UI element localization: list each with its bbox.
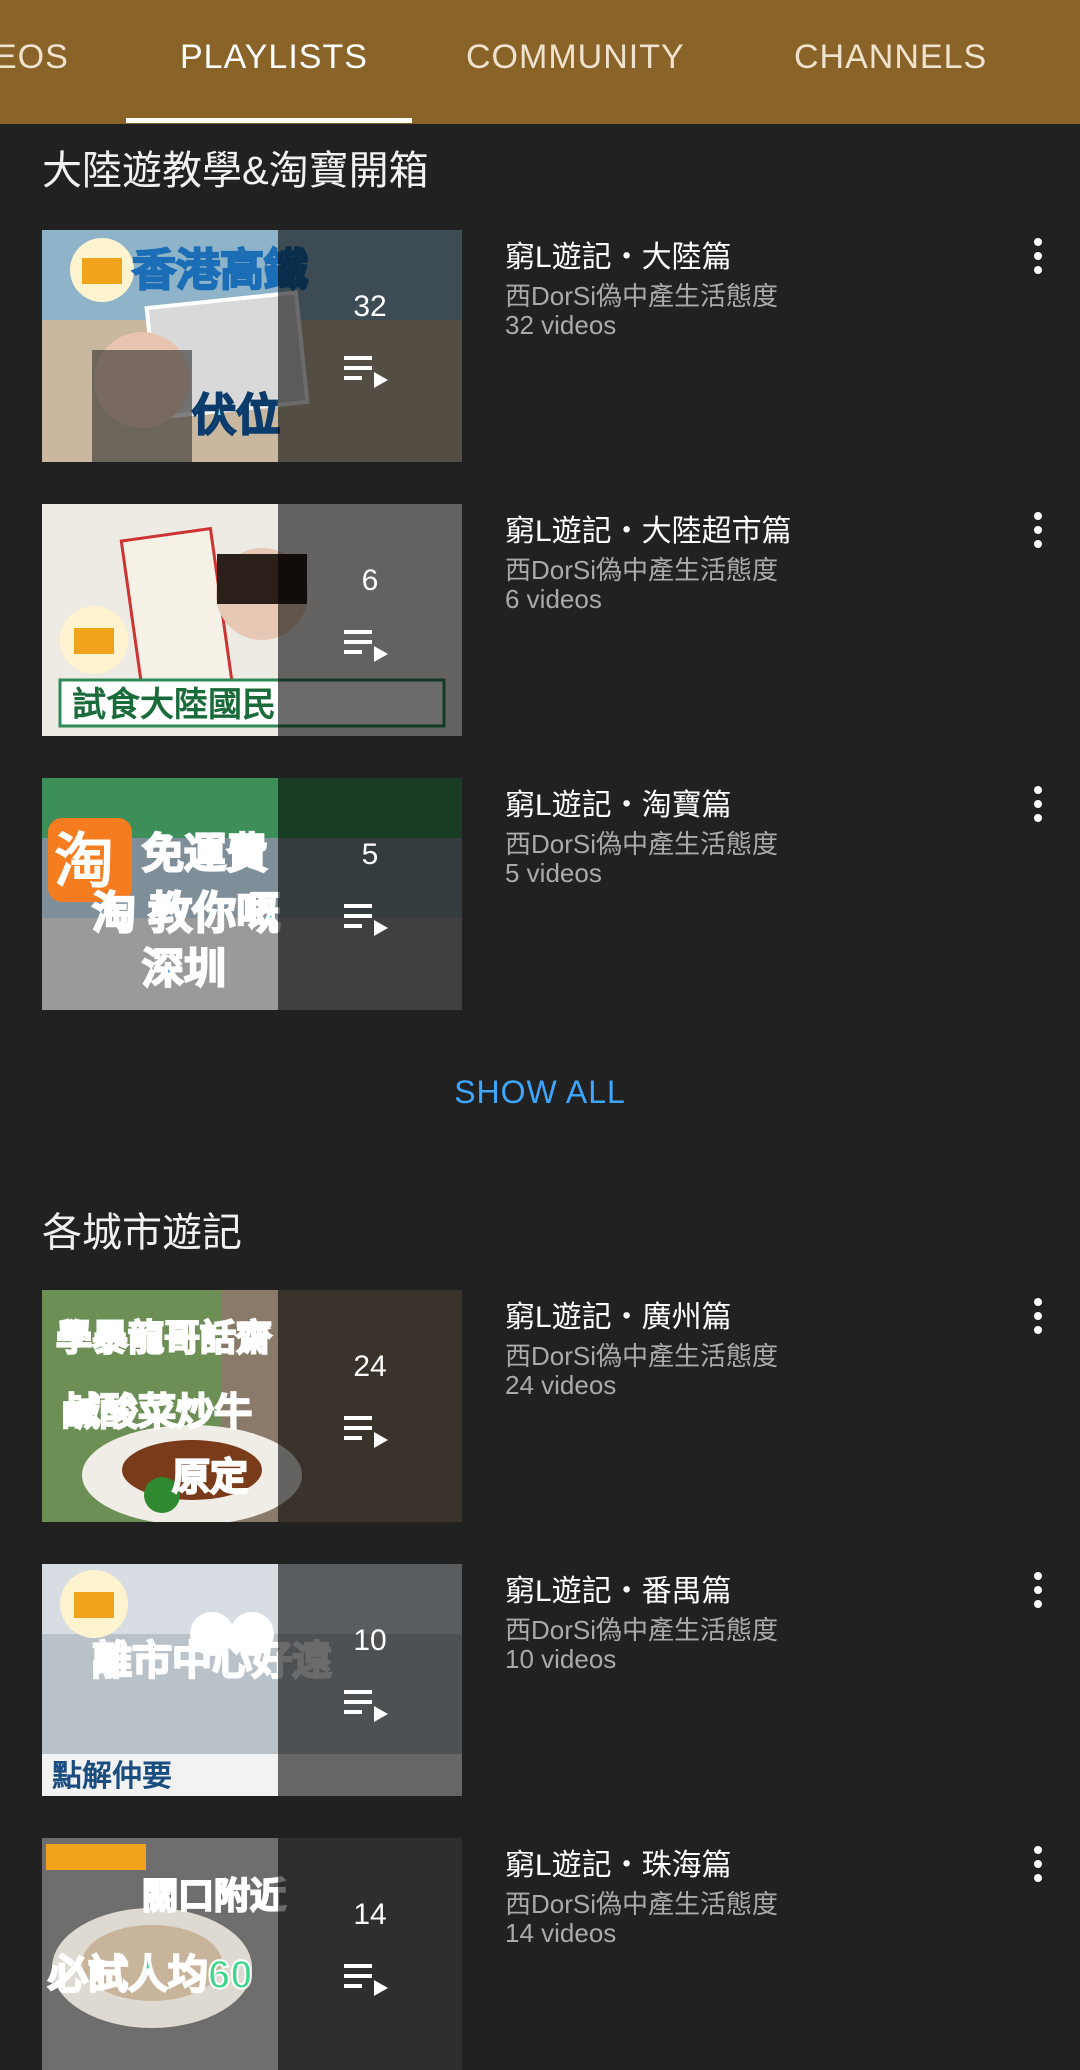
thumbnail-caption: 必試人均60: [48, 1953, 253, 1997]
playlist-title[interactable]: 窮L遊記・淘寶篇: [505, 780, 732, 824]
more-vert-icon[interactable]: [1024, 234, 1052, 278]
playlist-title[interactable]: 窮L遊記・大陸篇: [505, 232, 732, 276]
tab-playlists[interactable]: PLAYLISTS: [180, 38, 368, 77]
show-all-button[interactable]: SHOW ALL: [0, 1074, 1080, 1111]
playlist-item[interactable]: 離市中心好遠 點解仲要 10 窮L遊記・番禺篇 西DorSi偽中產生活態度 10…: [0, 1564, 1080, 1796]
playlist-channel: 西DorSi偽中產生活態度: [505, 281, 779, 311]
thumbnail-caption: 淘 教你嘅: [92, 889, 280, 938]
section-title: 各城市遊記: [42, 1211, 242, 1255]
playlist-item[interactable]: 香港高鐵 伏位 32 窮L遊記・大陸篇 西DorSi偽中產生活態度 32 vid…: [0, 230, 1080, 462]
svg-text:點解仲要: 點解仲要: [52, 1760, 172, 1793]
playlist-thumbnail[interactable]: 淘 免運費 淘 教你嘅 深圳 5: [42, 778, 462, 1010]
tab-channels[interactable]: CHANNELS: [794, 38, 987, 77]
channel-tab-bar: EOS PLAYLISTS COMMUNITY CHANNELS: [0, 0, 1080, 124]
playlist-channel: 西DorSi偽中產生活態度: [505, 829, 779, 859]
playlist-video-count: 24 videos: [505, 1370, 617, 1400]
more-vert-icon[interactable]: [1024, 1294, 1052, 1338]
video-count-overlay: 5: [361, 838, 379, 871]
tab-videos[interactable]: EOS: [0, 38, 69, 77]
video-count-overlay: 6: [361, 564, 379, 597]
playlist-play-icon: [344, 356, 388, 388]
thumbnail-overlay: [278, 1564, 462, 1796]
thumbnail-overlay: [278, 504, 462, 736]
thumbnail-overlay: [278, 230, 462, 462]
thumbnail-overlay: [278, 1290, 462, 1522]
thumbnail-caption: 學暴龍哥話齋: [56, 1317, 272, 1358]
video-count-overlay: 10: [353, 1624, 387, 1657]
svg-text:原定: 原定: [172, 1457, 248, 1499]
playlist-thumbnail[interactable]: 關口附近 必試人均60 14: [42, 1838, 462, 2070]
more-vert-icon[interactable]: [1024, 1568, 1052, 1612]
playlist-play-icon: [344, 630, 388, 662]
playlist-title[interactable]: 窮L遊記・番禺篇: [505, 1566, 732, 1610]
playlist-title[interactable]: 窮L遊記・大陸超市篇: [505, 506, 792, 550]
playlist-item[interactable]: 關口附近 必試人均60 14 窮L遊記・珠海篇 西DorSi偽中產生活態度 14…: [0, 1838, 1080, 2070]
more-vert-icon[interactable]: [1024, 782, 1052, 826]
playlist-video-count: 10 videos: [505, 1644, 617, 1674]
video-count-overlay: 24: [353, 1350, 387, 1383]
svg-text:淘: 淘: [54, 828, 114, 895]
playlist-play-icon: [344, 1690, 388, 1722]
svg-text:深圳: 深圳: [142, 945, 226, 992]
more-vert-icon[interactable]: [1024, 1842, 1052, 1886]
playlist-video-count: 5 videos: [505, 858, 602, 888]
playlist-item[interactable]: 淘 免運費 淘 教你嘅 深圳 5 窮L遊記・淘寶篇 西DorSi偽中產生活態度 …: [0, 778, 1080, 1010]
playlist-video-count: 14 videos: [505, 1918, 617, 1948]
playlist-thumbnail[interactable]: 離市中心好遠 點解仲要 10: [42, 1564, 462, 1796]
thumbnail-overlay: [278, 1838, 462, 2070]
playlist-channel: 西DorSi偽中產生活態度: [505, 1889, 779, 1919]
playlist-item[interactable]: 學暴龍哥話齋 鹹酸菜炒牛 原定 24 窮L遊記・廣州篇 西DorSi偽中產生活態…: [0, 1290, 1080, 1522]
playlist-channel: 西DorSi偽中產生活態度: [505, 1615, 779, 1645]
svg-text:鹹酸菜炒牛: 鹹酸菜炒牛: [62, 1392, 252, 1434]
thumbnail-overlay: [278, 778, 462, 1010]
svg-text:伏位: 伏位: [192, 391, 280, 440]
playlist-channel: 西DorSi偽中產生活態度: [505, 1341, 779, 1371]
svg-text:關口附近: 關口附近: [142, 1875, 286, 1916]
section-title: 大陸遊教學&淘寶開箱: [42, 149, 429, 193]
playlist-thumbnail[interactable]: 學暴龍哥話齋 鹹酸菜炒牛 原定 24: [42, 1290, 462, 1522]
more-vert-icon[interactable]: [1024, 508, 1052, 552]
svg-text:免運費: 免運費: [142, 830, 268, 877]
playlist-thumbnail[interactable]: 試食大陸國民 6: [42, 504, 462, 736]
playlist-title[interactable]: 窮L遊記・珠海篇: [505, 1840, 732, 1884]
playlist-title[interactable]: 窮L遊記・廣州篇: [505, 1292, 732, 1336]
video-count-overlay: 32: [353, 290, 387, 323]
active-tab-indicator: [126, 118, 412, 123]
tab-community[interactable]: COMMUNITY: [466, 38, 685, 77]
playlist-channel: 西DorSi偽中產生活態度: [505, 555, 779, 585]
playlist-play-icon: [344, 1964, 388, 1996]
video-count-overlay: 14: [353, 1898, 387, 1931]
playlist-play-icon: [344, 1416, 388, 1448]
playlist-item[interactable]: 試食大陸國民 6 窮L遊記・大陸超市篇 西DorSi偽中產生活態度 6 vide…: [0, 504, 1080, 736]
playlist-video-count: 6 videos: [505, 584, 602, 614]
playlist-play-icon: [344, 904, 388, 936]
thumbnail-caption: 試食大陸國民: [72, 685, 276, 724]
playlist-video-count: 32 videos: [505, 310, 617, 340]
playlist-thumbnail[interactable]: 香港高鐵 伏位 32: [42, 230, 462, 462]
